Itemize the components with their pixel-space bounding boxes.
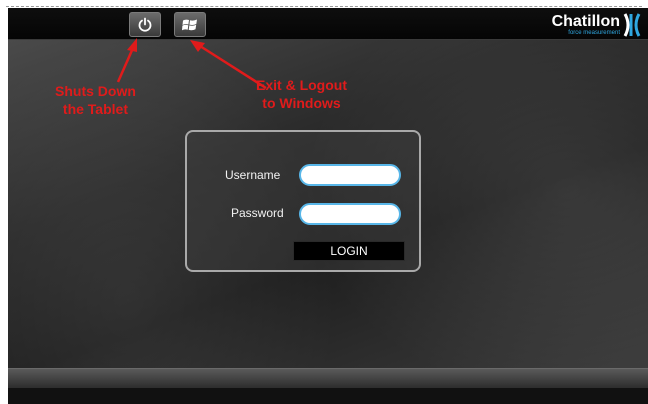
screenshot-frame: Chatillon force measurement Username Pas…: [0, 0, 648, 404]
bottom-bar: [8, 368, 648, 389]
shutdown-annotation: Shuts Down the Tablet: [55, 82, 136, 118]
password-field[interactable]: [299, 203, 401, 225]
username-field[interactable]: [299, 164, 401, 186]
dashed-border: [6, 6, 642, 7]
logo-tagline: force measurement: [568, 29, 620, 36]
password-label: Password: [231, 206, 284, 220]
chatillon-mark-icon: [623, 13, 641, 37]
windows-button[interactable]: [174, 12, 206, 37]
logo-name: Chatillon: [551, 12, 620, 30]
top-bar: Chatillon force measurement: [8, 8, 648, 40]
exit-annotation: Exit & Logout to Windows: [256, 76, 347, 112]
exit-annotation-line1: Exit & Logout: [256, 77, 347, 93]
tablet-screen: Chatillon force measurement Username Pas…: [8, 8, 648, 404]
windows-logo-icon: [182, 19, 197, 30]
power-icon: [138, 17, 152, 32]
login-panel: Username Password LOGIN: [185, 130, 421, 272]
shutdown-annotation-line1: Shuts Down: [55, 83, 136, 99]
chatillon-logo: Chatillon force measurement: [552, 12, 642, 38]
login-button[interactable]: LOGIN: [293, 241, 405, 261]
power-button[interactable]: [129, 12, 161, 37]
exit-annotation-line2: to Windows: [262, 95, 341, 111]
logo-text: Chatillon force measurement: [551, 12, 620, 37]
bottom-strip: [8, 388, 648, 404]
username-label: Username: [225, 168, 281, 182]
shutdown-annotation-line2: the Tablet: [62, 101, 128, 117]
